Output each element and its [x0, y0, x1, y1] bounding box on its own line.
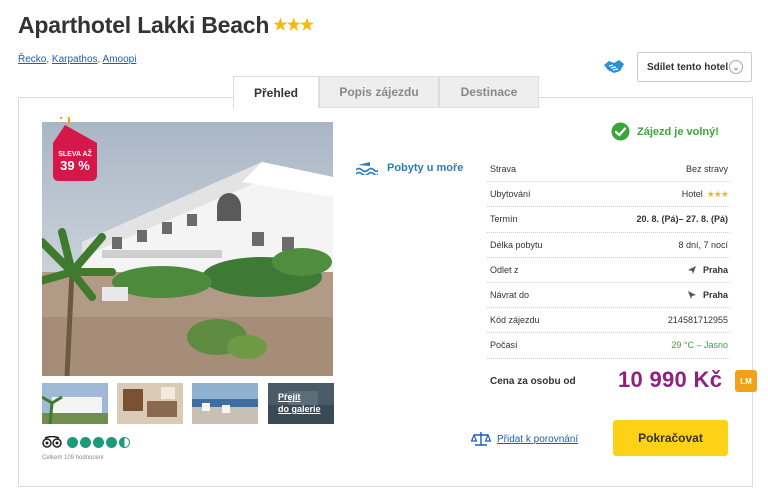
rating-dot-full: [93, 436, 104, 448]
gallery-link-line1: Přejít: [278, 392, 301, 402]
detail-value: 29 °C – Jasno: [671, 340, 728, 351]
price-row: Cena za osobu od 10 990 Kč LM: [490, 366, 758, 396]
breadcrumb-island[interactable]: Karpathos: [52, 54, 98, 65]
detail-key: Termín: [490, 214, 518, 225]
detail-value: 214581712955: [667, 315, 728, 326]
detail-key: Návrat do: [490, 290, 530, 301]
scales-icon: [471, 432, 491, 446]
detail-value: 20. 8. (Pá)– 27. 8. (Pá): [636, 214, 728, 225]
accommodation-type: Hotel: [681, 189, 703, 200]
chevron-down-icon: ⌄: [729, 60, 743, 74]
rating-dot-half: [119, 436, 130, 448]
gallery-thumbnail[interactable]: [192, 383, 258, 424]
tab-bar: Přehled Popis zájezdu Destinace: [233, 76, 539, 109]
discount-label: SLEVA AŽ: [58, 151, 92, 158]
hotel-name: Aparthotel Lakki Beach: [18, 12, 270, 38]
category-label: Pobyty u moře: [387, 162, 464, 174]
detail-row-code: Kód zájezdu 214581712955: [487, 308, 730, 334]
tab-trip-description[interactable]: Popis zájezdu: [319, 76, 439, 108]
plane-icon: [687, 265, 696, 274]
detail-value: Bez stravy: [685, 164, 728, 175]
gallery-thumbnail[interactable]: [42, 383, 108, 424]
detail-key: Počasí: [490, 340, 518, 351]
hotel-title: Aparthotel Lakki Beach ★★★: [18, 12, 314, 39]
detail-row-accommodation: Ubytování Hotel ★★★: [487, 182, 730, 208]
detail-row-length: Délka pobytu 8 dní, 7 nocí: [487, 233, 730, 258]
check-circle-icon: [611, 122, 630, 141]
hotel-stars: ★★★: [273, 17, 314, 34]
detail-row-departure: Odlet z Praha: [487, 258, 730, 283]
detail-row-board: Strava Bez stravy: [487, 157, 730, 183]
gallery-link-line2: do galerie: [278, 404, 321, 414]
plane-icon: [687, 291, 696, 300]
category-link[interactable]: Pobyty u moře: [356, 161, 463, 175]
detail-row-return: Návrat do Praha: [487, 283, 730, 309]
review-count: Celkem 109 hodnocení: [42, 455, 104, 461]
tab-destination[interactable]: Destinace: [439, 76, 539, 108]
price-value: 10 990 Kč: [618, 367, 723, 392]
gallery-link[interactable]: Přejít do galerie: [268, 383, 334, 424]
detail-value: Praha: [687, 265, 728, 275]
detail-key: Kód zájezdu: [490, 315, 540, 326]
departure-city: Praha: [702, 264, 728, 275]
discount-value: 39 %: [60, 158, 90, 173]
availability-label: Zájezd je volný!: [637, 125, 719, 138]
beach-wave-icon: [356, 162, 378, 175]
add-to-compare-label: Přidat k porovnání: [497, 433, 579, 445]
breadcrumb: Řecko, Karpathos, Amoopi: [18, 54, 137, 65]
share-hotel-label: Sdílet tento hotel: [647, 61, 729, 73]
detail-value: 8 dní, 7 nocí: [678, 239, 728, 250]
discount-badge: SLEVA AŽ 39 %: [53, 117, 101, 185]
share-hotel-button[interactable]: Sdílet tento hotel ⌄: [637, 52, 752, 82]
detail-row-dates: Termín 20. 8. (Pá)– 27. 8. (Pá): [487, 207, 730, 233]
detail-key: Ubytování: [490, 189, 531, 200]
price-label: Cena za osobu od: [490, 376, 576, 387]
last-minute-badge: LM: [735, 370, 757, 392]
detail-key: Strava: [490, 164, 517, 175]
rating-dot-full: [80, 436, 91, 448]
detail-key: Odlet z: [490, 264, 519, 275]
tripadvisor-rating[interactable]: [42, 436, 132, 448]
detail-value: Praha: [687, 290, 728, 300]
share-hand-icon[interactable]: [603, 57, 625, 75]
detail-value: Hotel ★★★: [681, 188, 729, 200]
trip-details: Strava Bez stravy Ubytování Hotel ★★★ Ter…: [487, 157, 730, 359]
rating-dot-full: [106, 436, 117, 448]
breadcrumb-country[interactable]: Řecko: [18, 54, 46, 65]
tripadvisor-owl-icon: [42, 436, 62, 448]
continue-button[interactable]: Pokračovat: [613, 420, 728, 456]
detail-key: Délka pobytu: [490, 239, 543, 250]
accommodation-stars: ★★★: [706, 188, 729, 199]
breadcrumb-resort[interactable]: Amoopi: [103, 54, 137, 65]
availability-status: Zájezd je volný!: [611, 122, 719, 141]
gallery-thumbnail[interactable]: [117, 383, 183, 424]
add-to-compare-link[interactable]: Přidat k porovnání: [471, 431, 578, 447]
rating-dots: [67, 436, 132, 448]
detail-row-weather: Počasí 29 °C – Jasno: [487, 333, 730, 359]
rating-dot-full: [67, 436, 78, 448]
return-city: Praha: [702, 290, 728, 301]
tab-overview[interactable]: Přehled: [233, 76, 319, 109]
